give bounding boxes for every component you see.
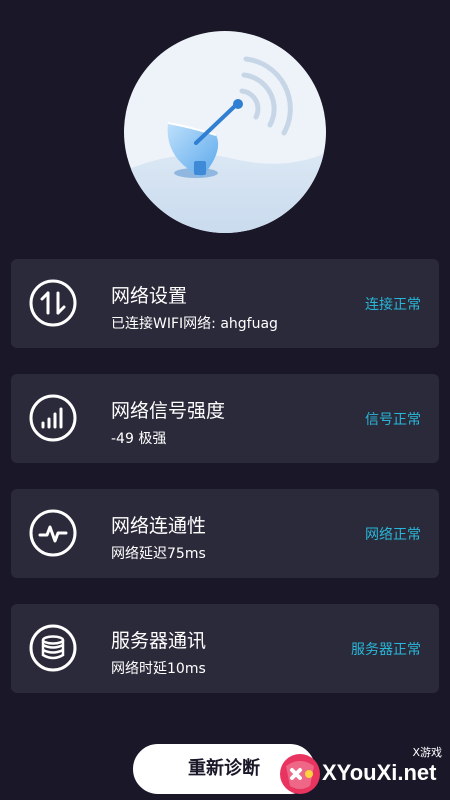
card-title: 网络设置 — [111, 285, 188, 307]
signal-bars-icon — [29, 394, 77, 442]
card-network-settings[interactable]: 网络设置 已连接WIFI网络: ahgfuag 连接正常 — [11, 259, 439, 348]
arrows-updown-icon — [29, 279, 77, 327]
hero-illustration — [124, 31, 326, 233]
status-label: 服务器正常 — [351, 642, 421, 658]
card-connectivity[interactable]: 网络连通性 网络延迟75ms 网络正常 — [11, 489, 439, 578]
watermark-brand-text: XYouXi.net — [322, 760, 437, 785]
card-subtitle: 网络延迟75ms — [111, 546, 206, 562]
card-title: 网络信号强度 — [111, 400, 226, 422]
card-subtitle: -49 极强 — [111, 431, 167, 447]
database-icon — [29, 624, 77, 672]
card-subtitle: 已连接WIFI网络: ahgfuag — [111, 316, 278, 332]
card-title: 服务器通讯 — [111, 630, 207, 652]
card-title: 网络连通性 — [111, 515, 207, 537]
status-label: 信号正常 — [365, 412, 421, 428]
watermark: X游戏 XYouXi.net — [278, 744, 450, 800]
pulse-icon — [29, 509, 77, 557]
gamepad-logo-icon — [280, 754, 320, 794]
card-subtitle: 网络时延10ms — [111, 661, 206, 677]
status-label: 连接正常 — [365, 297, 421, 313]
watermark-small-text: X游戏 — [412, 746, 442, 759]
status-label: 网络正常 — [365, 527, 421, 543]
satellite-dish-icon — [124, 56, 326, 233]
card-server-communication[interactable]: 服务器通讯 网络时延10ms 服务器正常 — [11, 604, 439, 693]
card-signal-strength[interactable]: 网络信号强度 -49 极强 信号正常 — [11, 374, 439, 463]
